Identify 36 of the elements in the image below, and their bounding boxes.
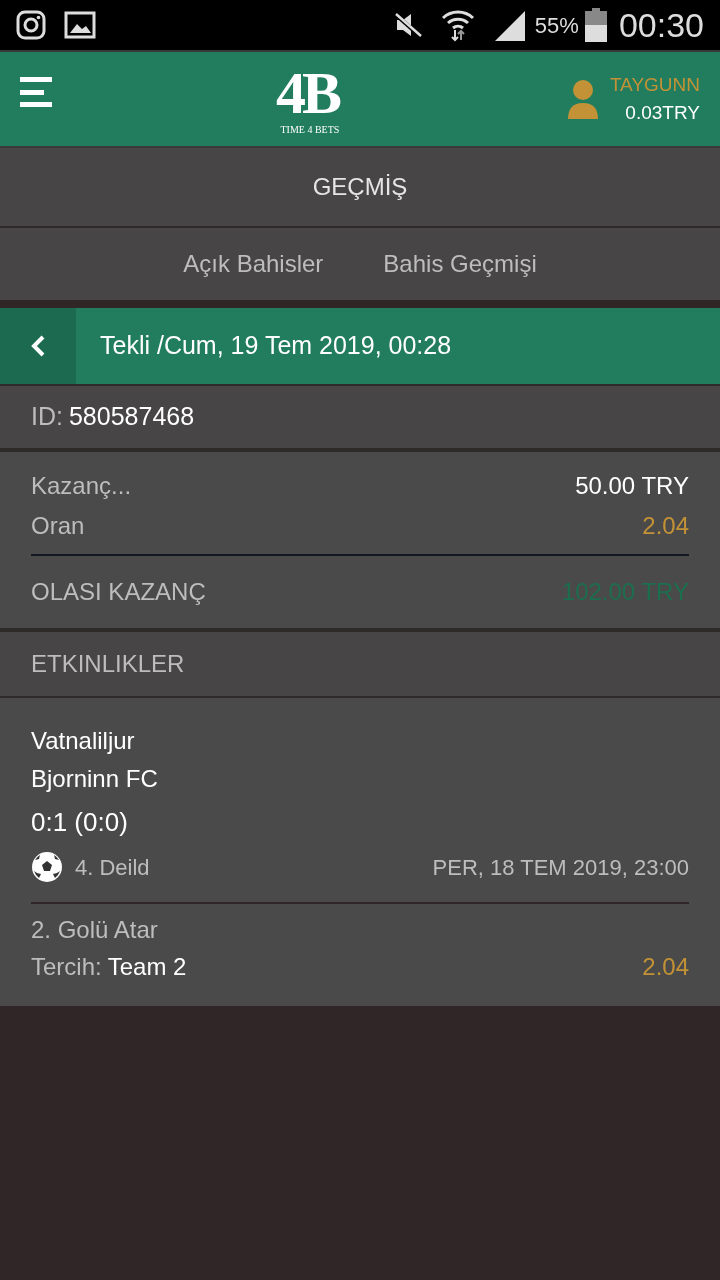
- instagram-icon: [16, 10, 46, 40]
- league: 4. Deild: [75, 853, 150, 882]
- battery-percent: 55%: [534, 11, 579, 40]
- logo-tagline: TIME 4 BETS: [280, 124, 340, 136]
- score: 0:1 (0:0): [31, 805, 128, 839]
- logo: 4B: [275, 62, 340, 124]
- bet-title: Tekli /Cum, 19 Tem 2019, 00:28: [100, 330, 452, 362]
- market: 2. Golü Atar: [31, 915, 158, 945]
- menu-button[interactable]: [20, 75, 54, 109]
- summary-label: Kazanç...: [31, 471, 132, 501]
- pick: Team 2: [107, 952, 187, 982]
- mute-icon: [392, 11, 423, 39]
- wifi-icon: [440, 8, 475, 42]
- away-team: Bjorninn FC: [31, 764, 158, 794]
- username: TAYGUNN: [609, 72, 700, 97]
- pick-label: Tercih:: [31, 952, 102, 982]
- summary-value: 50.00 TRY: [575, 471, 689, 501]
- summary-value: 2.04: [642, 511, 689, 541]
- tab[interactable]: Açık Bahisler: [183, 246, 324, 282]
- event-date: PER, 18 TEM 2019, 23:00: [432, 853, 689, 882]
- section-title: ETKINLIKLER: [31, 649, 185, 679]
- balance: 0.03TRY: [625, 101, 700, 125]
- clock: 00:30: [618, 4, 704, 46]
- soccer-ball-icon: [31, 851, 63, 883]
- user-icon: [565, 79, 600, 119]
- image-icon: [64, 11, 96, 39]
- tab[interactable]: Bahis Geçmişi: [383, 246, 537, 282]
- total-label: OLASI KAZANÇ: [31, 577, 206, 607]
- battery-icon: [584, 8, 607, 42]
- pick-odds: 2.04: [642, 952, 689, 982]
- id-label: ID:: [31, 401, 63, 433]
- summary-label: Oran: [31, 511, 85, 541]
- page-title: GEÇMİŞ: [312, 172, 408, 202]
- chevron-left-icon: [30, 334, 46, 358]
- home-team: Vatnaliljur: [31, 726, 135, 756]
- bet-id: 580587468: [68, 401, 195, 433]
